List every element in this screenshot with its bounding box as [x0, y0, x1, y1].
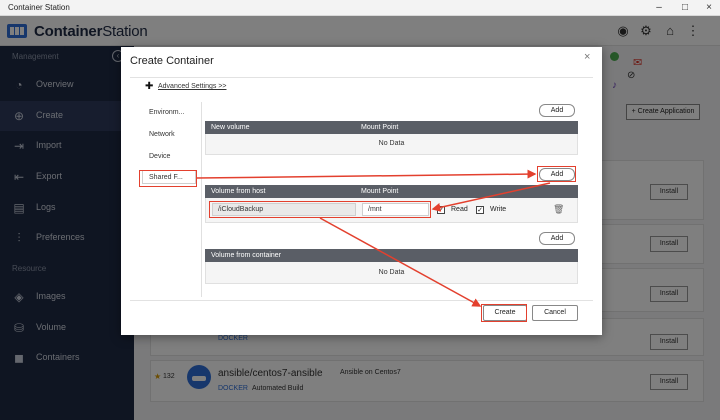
- minimize-icon[interactable]: –: [650, 1, 668, 15]
- host-volume-table-header: Volume from host Mount Point: [205, 185, 578, 198]
- new-volume-empty: No Data: [205, 134, 578, 155]
- puzzle-icon: ✚: [145, 81, 154, 92]
- tabs-divider: [201, 102, 202, 297]
- divider: [130, 77, 593, 78]
- divider: [130, 300, 593, 301]
- tab-environment[interactable]: Environm...: [149, 109, 184, 116]
- highlight-shared-folders-tab: [139, 170, 197, 187]
- read-checkbox[interactable]: ✓: [437, 206, 445, 214]
- write-label: Write: [490, 206, 507, 213]
- read-label: Read: [451, 206, 468, 213]
- new-volume-table-header: New volume Mount Point: [205, 121, 578, 134]
- highlight-host-volume-row: [209, 201, 431, 218]
- tab-network[interactable]: Network: [149, 131, 175, 138]
- tab-device[interactable]: Device: [149, 153, 170, 160]
- window-title: Container Station: [8, 3, 70, 12]
- create-container-dialog: Create Container × ✚ Advanced Settings >>…: [121, 47, 602, 335]
- advanced-settings-link[interactable]: ✚ Advanced Settings >>: [145, 81, 227, 92]
- add-new-volume-button[interactable]: Add: [539, 104, 575, 117]
- close-dialog-icon[interactable]: ×: [584, 51, 590, 63]
- trash-icon[interactable]: 🗑: [553, 204, 564, 215]
- cancel-button[interactable]: Cancel: [532, 305, 578, 321]
- dialog-title: Create Container: [130, 55, 214, 67]
- maximize-icon[interactable]: □: [676, 1, 694, 15]
- window-titlebar: Container Station – □ ×: [0, 0, 720, 16]
- write-checkbox[interactable]: ✓: [476, 206, 484, 214]
- add-container-volume-button[interactable]: Add: [539, 232, 575, 245]
- highlight-add-button: [537, 166, 576, 182]
- close-window-icon[interactable]: ×: [700, 1, 718, 15]
- highlight-create-button: [481, 304, 527, 322]
- container-volume-table-header: Volume from container: [205, 249, 578, 262]
- container-volume-empty: No Data: [205, 262, 578, 284]
